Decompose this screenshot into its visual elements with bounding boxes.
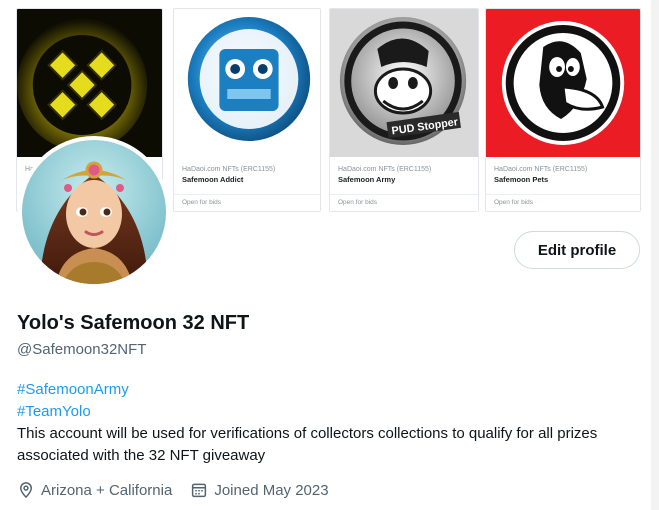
nft-card-status: Open for bids xyxy=(330,194,478,211)
edit-profile-button[interactable]: Edit profile xyxy=(514,231,640,269)
nft-art-safemoon-army: PUD Stopper xyxy=(330,9,478,157)
nft-card-status: Open for bids xyxy=(486,194,640,211)
calendar-icon xyxy=(192,483,207,498)
nft-card-safemoon-army[interactable]: PUD Stopper HaDaoi.com NFTs (ERC1155) Sa… xyxy=(329,8,479,212)
nft-card-name[interactable]: Safemoon Army xyxy=(338,174,474,186)
hashtag-link[interactable]: #SafemoonArmy xyxy=(17,379,647,401)
nft-card-safemoon-addict[interactable]: HaDaoi.com NFTs (ERC1155) Safemoon Addic… xyxy=(173,8,321,212)
nft-card-status: Open for bids xyxy=(174,194,320,211)
nft-card-collection: HaDaoi.com NFTs (ERC1155) xyxy=(338,166,432,173)
profile-avatar[interactable] xyxy=(18,136,170,288)
location-pin-icon xyxy=(19,482,33,499)
bio-text: This account will be used for verificati… xyxy=(17,425,598,464)
nft-card-name[interactable]: Safemoon Pets xyxy=(494,174,636,186)
profile-bio: #SafemoonArmy #TeamYolo This account wil… xyxy=(17,379,647,467)
nft-art-binance-logo xyxy=(17,9,162,157)
profile-meta-row: Arizona + California Joined May 2023 xyxy=(17,481,329,499)
location-text: Arizona + California xyxy=(41,481,173,499)
profile-joined: Joined May 2023 xyxy=(190,481,329,499)
profile-handle: @Safemoon32NFT xyxy=(17,341,147,358)
page-scrollbar[interactable] xyxy=(651,0,659,510)
nft-card-collection: HaDaoi.com NFTs (ERC1155) xyxy=(494,166,588,173)
nft-card-name[interactable]: Safemoon Addict xyxy=(182,174,316,186)
nft-card-collection: HaDaoi.com NFTs (ERC1155) xyxy=(182,166,276,173)
hashtag-link[interactable]: #TeamYolo xyxy=(17,401,647,423)
joined-text: Joined May 2023 xyxy=(214,481,329,499)
nft-art-safemoon-pets xyxy=(486,9,640,157)
profile-location: Arizona + California xyxy=(17,481,172,499)
nft-card-safemoon-pets[interactable]: HaDaoi.com NFTs (ERC1155) Safemoon Pets … xyxy=(485,8,641,212)
profile-display-name: Yolo's Safemoon 32 NFT xyxy=(17,312,250,334)
nft-art-safemoon-addict xyxy=(174,9,320,157)
